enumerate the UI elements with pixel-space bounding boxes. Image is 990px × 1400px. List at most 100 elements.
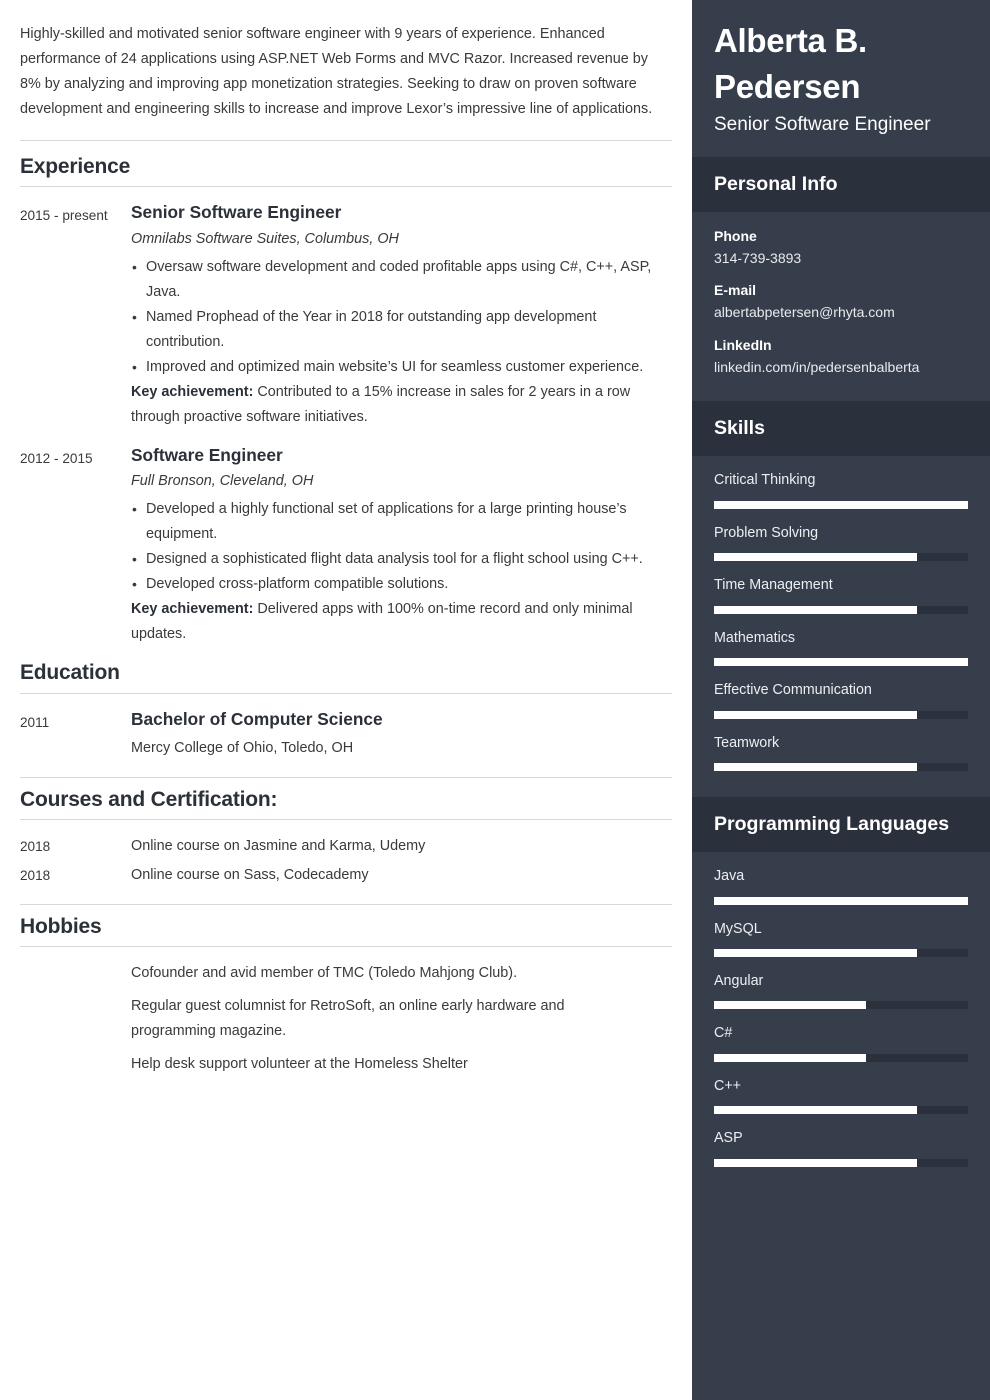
job-bullet: Designed a sophisticated flight data ana… [131,547,654,572]
skill-bar-fill [714,763,918,771]
key-achievement-label: Key achievement: [131,601,254,618]
education-section: Education 2011 Bachelor of Computer Scie… [20,661,672,761]
hobby-spacer [20,961,131,986]
language-label: Java [714,868,745,885]
language-bar-fill [714,896,968,905]
job-bullet-list: Oversaw software development and coded p… [131,255,654,380]
language-bar-fill [714,1053,867,1062]
key-achievement-label: Key achievement: [131,383,254,400]
main-column: Highly-skilled and motivated senior soft… [0,0,692,1400]
language-label: C# [714,1025,733,1042]
job-bullet: Named Prophead of the Year in 2018 for o… [131,305,654,355]
course-row: 2018 Online course on Jasmine and Karma,… [20,834,672,859]
skill-label: Mathematics [714,629,796,646]
hobbies-heading-divider [20,946,672,948]
hobby-text: Help desk support volunteer at the Homel… [131,1056,468,1073]
experience-date: 2012 - 2015 [20,450,93,466]
skill-label: Effective Communication [714,682,872,699]
skill-item: Mathematics [714,628,968,667]
resume-page: Highly-skilled and motivated senior soft… [0,0,990,1400]
sidebar-bottom-spacer [714,1181,968,1341]
languages-band: Programming Languages [692,797,990,853]
language-bar-track [714,896,968,905]
info-label: Phone [714,228,757,245]
job-title: Software Engineer [131,444,283,465]
language-bar-fill [714,1106,918,1115]
skill-bar-track [714,553,968,562]
skill-item: Effective Communication [714,680,968,719]
info-label: E-mail [714,282,757,299]
language-bar-fill [714,1158,918,1167]
info-value-phone[interactable]: 314-739-3893 [714,248,968,270]
info-value-email[interactable]: albertabpetersen@rhyta.com [714,302,968,324]
degree-title: Bachelor of Computer Science [131,708,383,729]
language-label: C++ [714,1077,742,1094]
experience-details: Senior Software Engineer Omnilabs Softwa… [131,201,672,430]
course-text: Online course on Jasmine and Karma, Udem… [131,838,426,855]
language-item: ASP [714,1128,968,1167]
language-item: C# [714,1023,968,1062]
hobbies-top-divider [20,904,672,906]
key-achievement: Key achievement: Delivered apps with 100… [131,597,654,647]
skill-bar-fill [714,553,918,562]
languages-body: Java MySQL Angular C# C++ ASP [692,852,990,1353]
hobby-text: Cofounder and avid member of TMC (Toledo… [131,965,518,982]
course-text: Online course on Sass, Codecademy [131,867,369,884]
education-details: Bachelor of Computer Science Mercy Colle… [131,708,672,761]
courses-top-divider [20,777,672,779]
language-bar-track [714,1053,968,1062]
courses-heading: Courses and Certification: [20,788,278,812]
skill-item: Time Management [714,575,968,614]
language-item: C++ [714,1076,968,1115]
skill-bar-fill [714,658,968,667]
candidate-name: Alberta B. Pedersen [714,22,867,106]
skill-item: Critical Thinking [714,470,968,509]
skill-bar-track [714,763,968,771]
sidebar-header: Alberta B. Pedersen Senior Software Engi… [692,0,990,157]
experience-entry: 2012 - 2015 Software Engineer Full Brons… [20,444,672,648]
info-item-linkedin: LinkedIn linkedin.com/in/pedersenbalbert… [714,335,968,378]
education-entry: 2011 Bachelor of Computer Science Mercy … [20,708,672,761]
hobby-row: Regular guest columnist for RetroSoft, a… [20,994,672,1044]
education-date: 2011 [20,714,50,730]
job-bullet: Oversaw software development and coded p… [131,255,654,305]
course-row: 2018 Online course on Sass, Codecademy [20,863,672,888]
skill-bar-fill [714,605,918,614]
job-bullet-list: Developed a highly functional set of app… [131,497,654,597]
hobby-row: Cofounder and avid member of TMC (Toledo… [20,961,672,986]
skills-band: Skills [692,401,990,457]
education-heading-divider [20,692,672,694]
experience-details: Software Engineer Full Bronson, Clevelan… [131,444,672,648]
skill-label: Critical Thinking [714,472,816,489]
skill-bar-fill [714,500,968,509]
personal-info-band: Personal Info [692,156,990,213]
skill-bar-track [714,710,968,719]
education-heading: Education [20,661,120,685]
job-company: Omnilabs Software Suites, Columbus, OH [131,230,399,247]
course-date: 2018 [20,839,51,855]
experience-heading: Experience [20,155,131,178]
skill-label: Time Management [714,577,833,594]
course-date: 2018 [20,868,51,884]
info-value-linkedin[interactable]: linkedin.com/in/pedersenbalberta [714,357,968,379]
language-bar-track [714,949,968,958]
skill-bar-track [714,605,968,614]
courses-heading-divider [20,819,672,821]
languages-heading: Programming Languages [714,813,950,835]
job-bullet: Developed cross-platform compatible solu… [131,572,654,597]
info-item-email: E-mail albertabpetersen@rhyta.com [714,280,968,323]
job-company: Full Bronson, Cleveland, OH [131,473,314,490]
hobby-row: Help desk support volunteer at the Homel… [20,1052,672,1077]
candidate-role: Senior Software Engineer [714,114,931,136]
hobbies-heading: Hobbies [20,915,102,939]
hobby-spacer [20,994,131,1044]
courses-section: Courses and Certification: 2018 Online c… [20,777,672,888]
sidebar: Alberta B. Pedersen Senior Software Engi… [692,0,990,1400]
language-label: MySQL [714,920,762,937]
language-label: Angular [714,973,764,990]
experience-date: 2015 - present [20,208,108,224]
language-item: MySQL [714,919,968,958]
language-label: ASP [714,1130,743,1147]
key-achievement: Key achievement: Contributed to a 15% in… [131,380,654,430]
skill-bar-fill [714,710,918,719]
